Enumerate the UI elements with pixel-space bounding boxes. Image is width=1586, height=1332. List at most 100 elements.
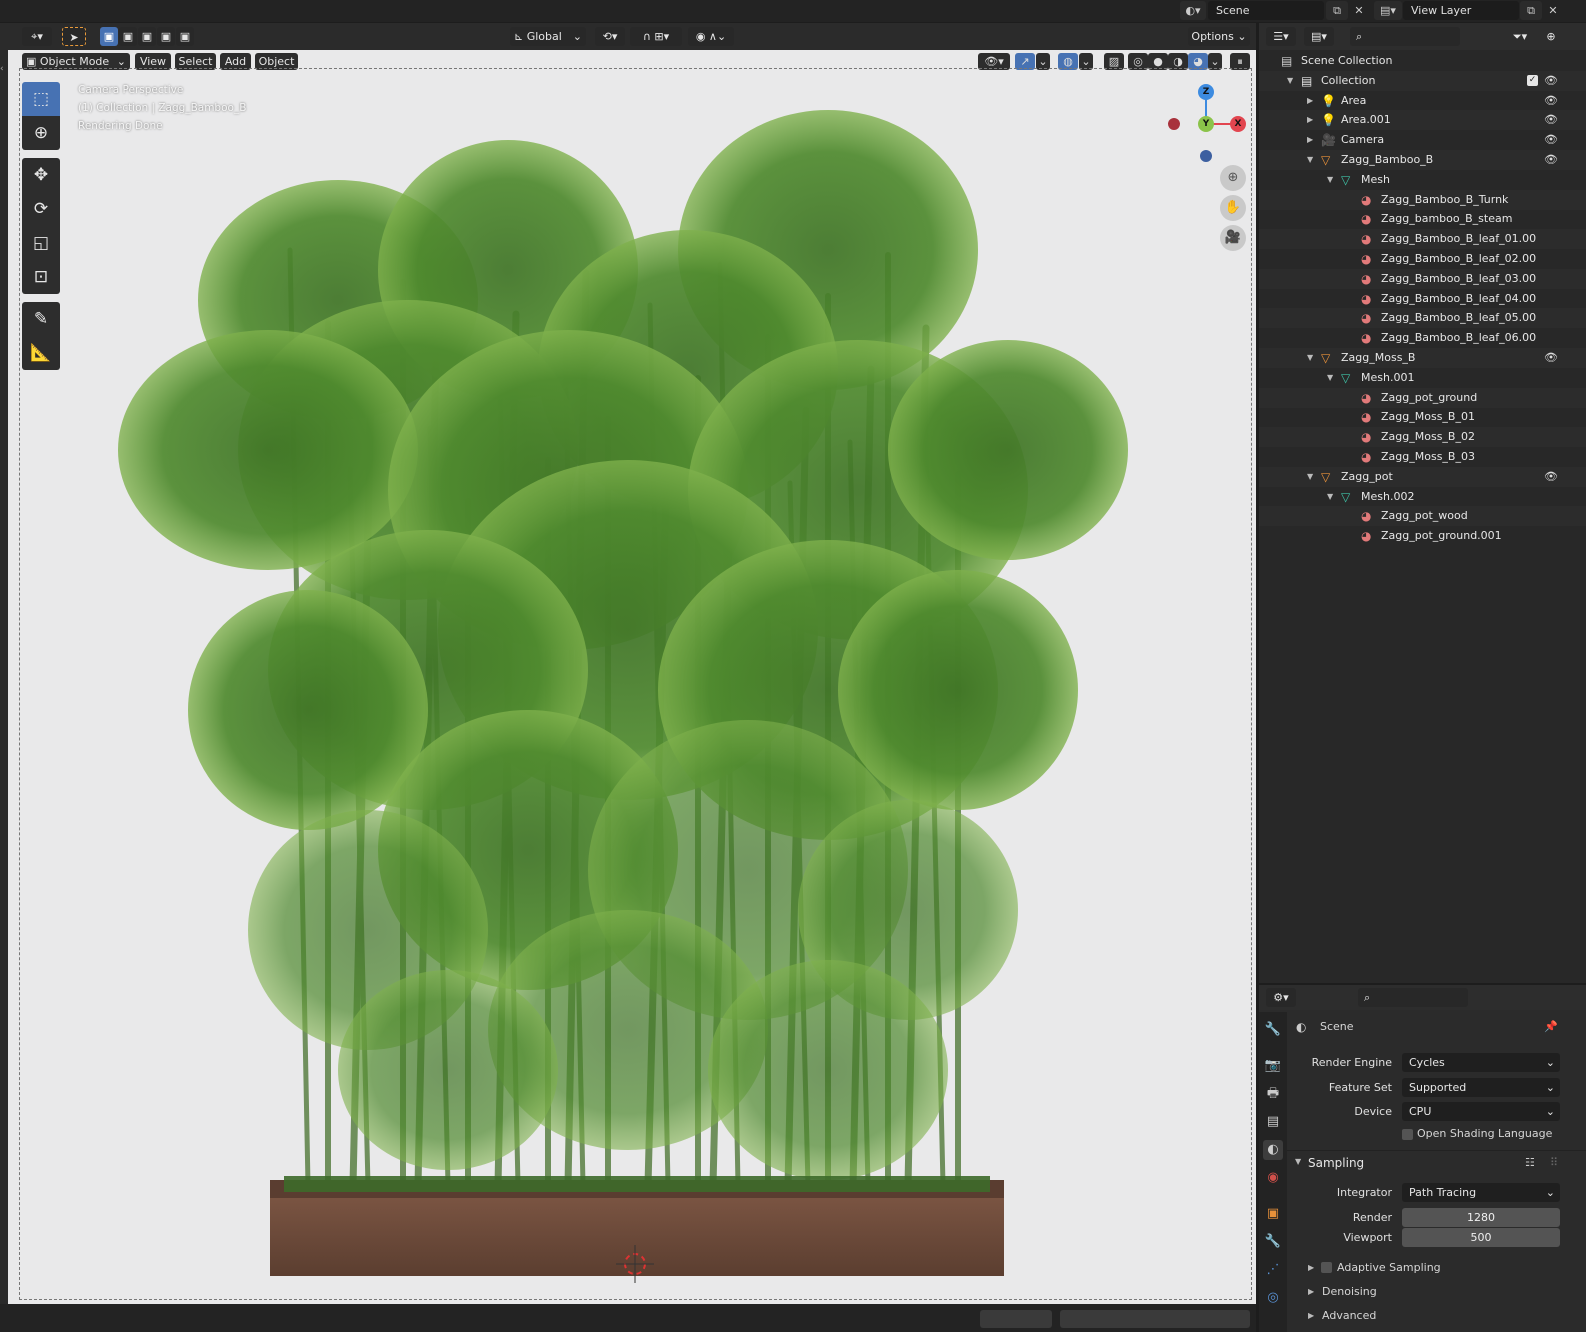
outliner-row[interactable]: ◕ Zagg_Bamboo_B_leaf_03.00: [1259, 268, 1586, 289]
outliner-row[interactable]: ◕ Zagg_pot_wood: [1259, 506, 1586, 527]
collapse-arrow-icon[interactable]: ▼: [1327, 487, 1333, 507]
outliner-row[interactable]: ◕ Zagg_Bamboo_B_leaf_01.00: [1259, 229, 1586, 250]
collapse-arrow-icon[interactable]: ▼: [1307, 348, 1313, 368]
render-tab-icon[interactable]: 📷: [1263, 1056, 1283, 1076]
mode-extend-icon[interactable]: ▣: [119, 27, 137, 46]
view-layer-tab-icon[interactable]: ▤: [1263, 1112, 1283, 1132]
camera-view-icon[interactable]: 🎥: [1220, 225, 1246, 251]
mode-subtract-icon[interactable]: ▣: [138, 27, 156, 46]
mode-new-icon[interactable]: ▣: [100, 27, 118, 46]
exclude-checkbox[interactable]: ✓: [1527, 74, 1538, 86]
world-tab-icon[interactable]: ◉: [1263, 1168, 1283, 1188]
scene-browse-icon[interactable]: ◐▾: [1180, 1, 1206, 20]
pause-render-icon[interactable]: ⏸: [1230, 53, 1250, 70]
advanced-expand-icon[interactable]: ▶: [1308, 1311, 1314, 1320]
new-collection-icon[interactable]: ⊕: [1540, 27, 1562, 46]
collapse-arrow-icon[interactable]: ▼: [1307, 150, 1313, 170]
object-mode-dropdown[interactable]: ▣ Object Mode ⌄: [22, 53, 130, 70]
rendered-shading-icon[interactable]: ◕: [1188, 53, 1208, 70]
outliner-row[interactable]: ▶ 🎥 Camera 👁: [1259, 130, 1586, 150]
object-menu[interactable]: Object: [255, 53, 298, 70]
proportional-edit-icon[interactable]: ◉ ∧⌄: [688, 27, 734, 46]
select-box-tool[interactable]: ⬚: [22, 82, 60, 116]
solid-shading-icon[interactable]: ●: [1148, 53, 1168, 70]
expand-arrow-icon[interactable]: ▶: [1307, 91, 1313, 111]
collapse-arrow-icon[interactable]: ▼: [1327, 170, 1333, 190]
outliner-row[interactable]: ◕ Zagg_Moss_B_01: [1259, 407, 1586, 427]
gizmo-z-axis[interactable]: Z: [1198, 84, 1214, 100]
properties-search-input[interactable]: ⌕: [1358, 988, 1468, 1007]
sampling-collapse-icon[interactable]: ▼: [1295, 1157, 1301, 1166]
transform-tool[interactable]: ⊡: [22, 260, 60, 294]
visibility-dropdown-icon[interactable]: 👁▾: [978, 53, 1010, 70]
select-menu[interactable]: Select: [175, 53, 216, 70]
outliner-row[interactable]: ▼ ▽ Zagg_Moss_B 👁: [1259, 348, 1586, 368]
outliner-row[interactable]: ▤ Scene Collection: [1259, 51, 1586, 71]
outliner-row[interactable]: ◕ Zagg_Bamboo_B_leaf_02.00: [1259, 249, 1586, 269]
outliner-row[interactable]: ◕ Zagg_Bamboo_B_leaf_04.00: [1259, 289, 1586, 309]
visibility-eye-icon[interactable]: 👁: [1544, 467, 1558, 487]
rotate-tool[interactable]: ⟳: [22, 192, 60, 226]
outliner-row[interactable]: ▶ 💡 Area 👁: [1259, 91, 1586, 111]
overlays-toggle-icon[interactable]: ◍: [1058, 53, 1078, 70]
measure-tool[interactable]: 📐: [22, 336, 60, 370]
view-layer-selector[interactable]: View Layer: [1403, 1, 1519, 20]
outliner-row[interactable]: ◕ Zagg_pot_ground.001: [1259, 526, 1586, 546]
gizmo-neg-x-axis[interactable]: [1168, 118, 1180, 130]
outliner-row[interactable]: ▼ ▽ Mesh: [1259, 170, 1586, 190]
collapse-arrow-icon[interactable]: ▼: [1307, 467, 1313, 487]
annotate-tool[interactable]: ✎: [22, 302, 60, 336]
mode-difference-icon[interactable]: ▣: [157, 27, 175, 46]
integrator-dropdown[interactable]: Path Tracing ⌄: [1402, 1183, 1560, 1202]
object-tab-icon[interactable]: ▣: [1263, 1204, 1283, 1224]
options-dropdown[interactable]: Options ⌄: [1188, 27, 1250, 46]
pin-icon[interactable]: 📌: [1544, 1020, 1558, 1033]
outliner-row[interactable]: ◕ Zagg_Bamboo_B_Turnk: [1259, 189, 1586, 210]
properties-editor-type-icon[interactable]: ⚙▾: [1266, 988, 1296, 1007]
gizmo-toggle-icon[interactable]: ↗: [1015, 53, 1035, 70]
viewport-samples-field[interactable]: 500: [1402, 1228, 1560, 1247]
presets-list-icon[interactable]: ☷: [1525, 1156, 1535, 1169]
outliner-row[interactable]: ◕ Zagg_Moss_B_03: [1259, 447, 1586, 467]
transform-orientation-dropdown[interactable]: ⊾ Global ⌄: [510, 27, 586, 46]
osl-checkbox[interactable]: [1402, 1129, 1413, 1140]
advanced-section-header[interactable]: Advanced: [1322, 1309, 1376, 1322]
new-view-layer-icon[interactable]: ⧉: [1520, 1, 1542, 20]
scene-tab-icon[interactable]: ◐: [1263, 1140, 1283, 1160]
outliner-row[interactable]: ◕ Zagg_pot_ground: [1259, 387, 1586, 408]
outliner-row[interactable]: ▼ ▽ Mesh.002: [1259, 487, 1586, 507]
outliner-row[interactable]: ◕ Zagg_Bamboo_B_leaf_05.00: [1259, 308, 1586, 329]
move-tool[interactable]: ✥: [22, 158, 60, 192]
cursor-tool[interactable]: ⊕: [22, 116, 60, 150]
outliner-editor-type-icon[interactable]: ☰▾: [1266, 27, 1296, 46]
xray-toggle-icon[interactable]: ▨: [1104, 53, 1124, 70]
material-shading-icon[interactable]: ◑: [1168, 53, 1188, 70]
display-mode-icon[interactable]: ▤▾: [1304, 27, 1334, 46]
delete-scene-icon[interactable]: ✕: [1348, 1, 1370, 20]
modifier-tab-icon[interactable]: 🔧: [1263, 1232, 1283, 1252]
zoom-icon[interactable]: ⊕: [1220, 165, 1246, 191]
visibility-eye-icon[interactable]: 👁: [1544, 130, 1558, 150]
new-scene-icon[interactable]: ⧉: [1326, 1, 1348, 20]
outliner-row[interactable]: ◕ Zagg_Bamboo_B_leaf_06.00: [1259, 328, 1586, 348]
outliner-search-input[interactable]: ⌕: [1350, 27, 1460, 46]
feature-set-dropdown[interactable]: Supported ⌄: [1402, 1078, 1560, 1097]
output-tab-icon[interactable]: 🖶: [1263, 1084, 1283, 1104]
overlays-dropdown-icon[interactable]: ⌄: [1079, 53, 1093, 70]
outliner-row[interactable]: ▼ ▤ Collection ✓ 👁: [1259, 70, 1586, 91]
expand-arrow-icon[interactable]: ▶: [1307, 110, 1313, 130]
collapse-arrow-icon[interactable]: ▼: [1327, 368, 1333, 388]
visibility-eye-icon[interactable]: 👁: [1544, 150, 1558, 170]
particles-tab-icon[interactable]: ⋰: [1263, 1260, 1283, 1280]
delete-view-layer-icon[interactable]: ✕: [1542, 1, 1564, 20]
scene-selector[interactable]: Scene: [1208, 1, 1324, 20]
render-samples-field[interactable]: 1280: [1402, 1208, 1560, 1227]
add-menu[interactable]: Add: [220, 53, 251, 70]
mode-intersect-icon[interactable]: ▣: [176, 27, 194, 46]
select-tool-icon[interactable]: ➤: [62, 27, 86, 46]
outliner-row[interactable]: ▼ ▽ Mesh.001: [1259, 368, 1586, 388]
view-menu[interactable]: View: [135, 53, 171, 70]
expand-arrow-icon[interactable]: ▶: [1307, 130, 1313, 150]
editor-type-icon[interactable]: ⌖▾: [22, 27, 52, 46]
timeline-range-field[interactable]: [1060, 1310, 1250, 1328]
